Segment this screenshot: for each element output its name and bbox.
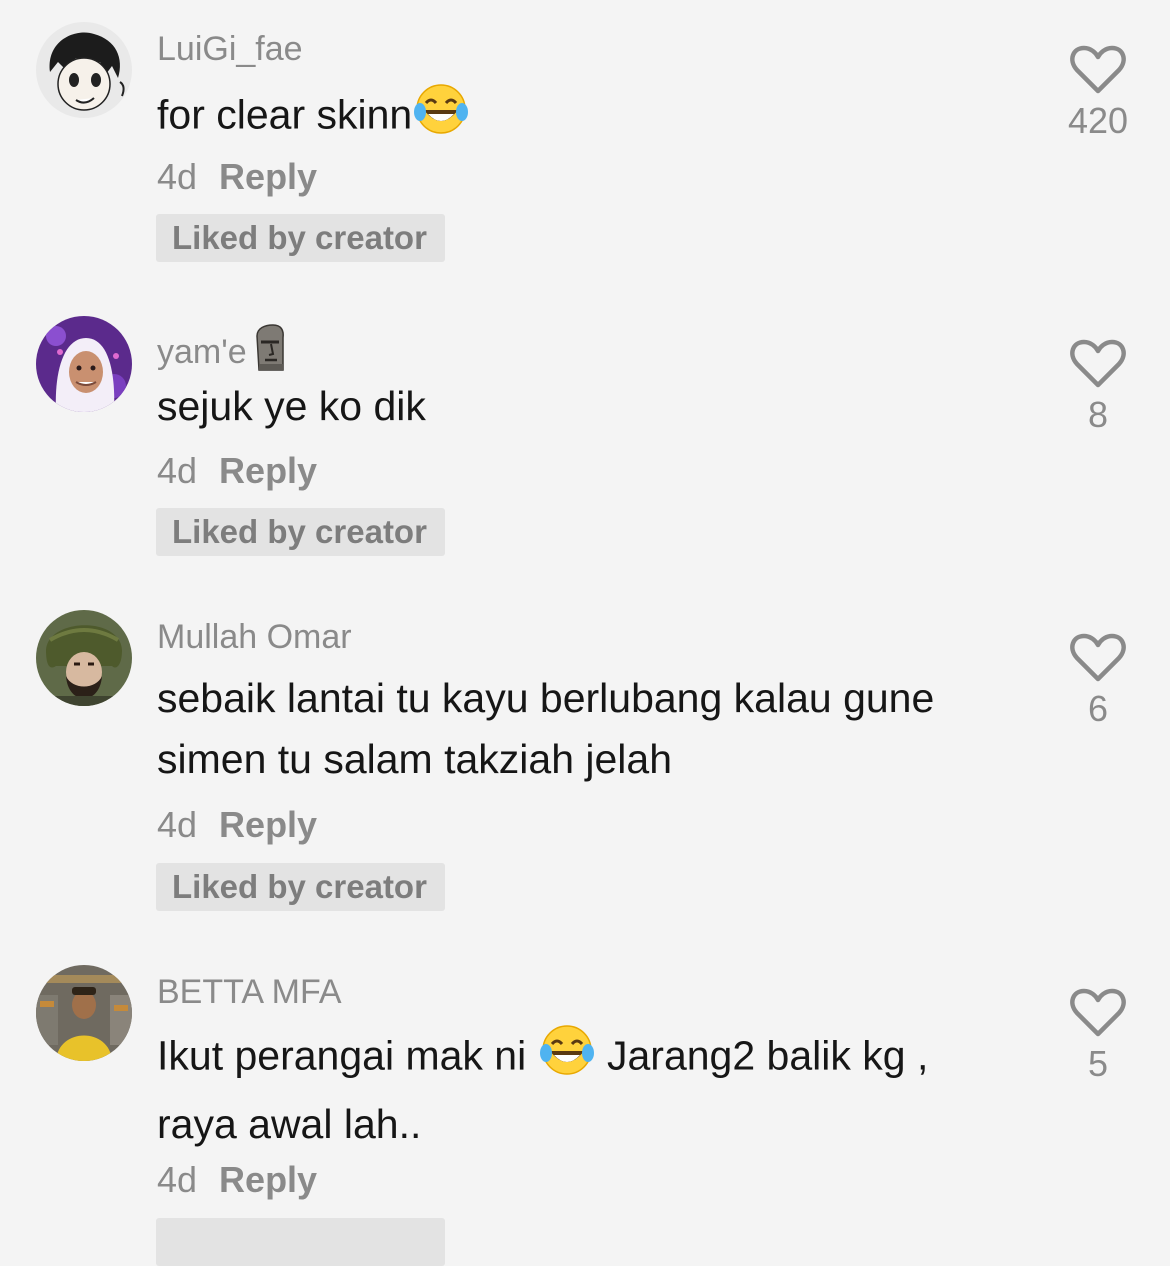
comment-text-line: sebaik lantai tu kayu berlubang kalau gu… <box>157 675 935 721</box>
like-button[interactable]: 5 <box>1058 987 1138 1085</box>
reply-button[interactable]: Reply <box>219 450 317 491</box>
comment-time: 4d <box>157 450 198 491</box>
face-with-tears-of-joy-icon <box>412 82 470 153</box>
comment-text: for clear skinn <box>157 82 1037 153</box>
heart-icon <box>1070 45 1126 94</box>
avatar[interactable] <box>36 316 132 412</box>
reply-button[interactable]: Reply <box>219 1159 317 1200</box>
comment-username[interactable]: LuiGi_fae <box>157 30 303 69</box>
comment-text: Ikut perangai mak ni Jarang2 balik kg , … <box>157 1023 1037 1155</box>
liked-by-creator-badge: Liked by creator <box>156 214 445 262</box>
reply-button[interactable]: Reply <box>219 804 317 845</box>
comment-time: 4d <box>157 804 198 845</box>
comment-text-line: simen tu salam takziah jelah <box>157 736 673 782</box>
avatar[interactable] <box>36 610 132 706</box>
liked-by-creator-badge <box>156 1218 445 1266</box>
like-button[interactable]: 6 <box>1058 632 1138 730</box>
heart-icon <box>1070 988 1126 1037</box>
comment-meta: 4d Reply <box>157 1159 317 1201</box>
comment-text-line: raya awal lah.. <box>157 1101 422 1147</box>
comment-text: sejuk ye ko dik <box>157 383 426 429</box>
heart-icon <box>1070 633 1126 682</box>
comment-username[interactable]: yam'e <box>157 324 287 381</box>
liked-by-creator-badge: Liked by creator <box>156 508 445 556</box>
like-count: 5 <box>1087 1043 1109 1084</box>
moai-icon <box>253 324 287 381</box>
like-count: 420 <box>1067 100 1129 141</box>
comment-text-line: Ikut perangai mak ni Jarang2 balik kg , <box>157 1023 1037 1094</box>
comment-username[interactable]: Mullah Omar <box>157 618 352 657</box>
comment-text: sebaik lantai tu kayu berlubang kalau gu… <box>157 668 1037 790</box>
comment-username[interactable]: BETTA MFA <box>157 973 342 1012</box>
comment-meta: 4d Reply <box>157 156 317 198</box>
face-with-tears-of-joy-icon <box>538 1023 596 1094</box>
comment-meta: 4d Reply <box>157 450 317 492</box>
avatar[interactable] <box>36 22 132 118</box>
heart-icon <box>1070 339 1126 388</box>
comment-time: 4d <box>157 1159 198 1200</box>
comment-meta: 4d Reply <box>157 804 317 846</box>
like-count: 6 <box>1087 688 1109 729</box>
liked-by-creator-badge: Liked by creator <box>156 863 445 911</box>
avatar[interactable] <box>36 965 132 1061</box>
reply-button[interactable]: Reply <box>219 156 317 197</box>
comment-time: 4d <box>157 156 198 197</box>
like-button[interactable]: 8 <box>1058 338 1138 436</box>
like-button[interactable]: 420 <box>1058 44 1138 142</box>
like-count: 8 <box>1087 394 1109 435</box>
